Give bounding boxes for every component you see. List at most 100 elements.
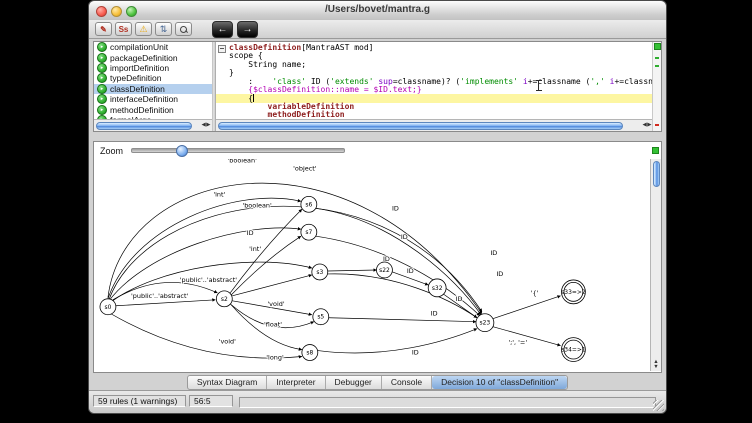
code-token: {$classDefinition::name = $ID.text;}	[248, 85, 421, 94]
rules-hscrollbar[interactable]: ◀▶	[94, 119, 212, 131]
rule-item-classDefinition[interactable]: ▸classDefinition	[94, 84, 212, 94]
svg-text:'boolean': 'boolean'	[242, 201, 272, 209]
pane-vscrollbar[interactable]: ▲▼	[650, 159, 661, 371]
grammar-health-indicator	[654, 43, 661, 50]
editor-lines[interactable]: classDefinition[MantraAST mod]scope { St…	[216, 44, 653, 120]
editor-button[interactable]: ✎	[95, 22, 112, 36]
scroll-arrows-icon[interactable]: ◀▶	[643, 122, 652, 128]
grammar-editor[interactable]: classDefinition[MantraAST mod]scope { St…	[216, 42, 653, 131]
error-stripe[interactable]	[652, 42, 661, 131]
zoom-slider-thumb[interactable]	[176, 145, 188, 157]
svg-text:'int': 'int'	[249, 245, 261, 253]
svg-text:ID: ID	[490, 249, 497, 257]
svg-text:'public'..'abstract': 'public'..'abstract'	[180, 276, 237, 284]
resize-grip-icon[interactable]	[653, 400, 664, 411]
caret-position: 56:5	[189, 395, 233, 407]
rule-item-importDefinition[interactable]: ▸importDefinition	[94, 63, 212, 73]
rule-item-packageDefinition[interactable]: ▸packageDefinition	[94, 52, 212, 62]
graph-edge	[231, 236, 301, 295]
graph-edge	[328, 274, 477, 318]
rule-label: compilationUnit	[110, 42, 168, 52]
tab-console[interactable]: Console	[382, 376, 432, 389]
svg-text:s22: s22	[379, 267, 390, 274]
rule-item-methodDefinition[interactable]: ▸methodDefinition	[94, 104, 212, 114]
svg-text:ID: ID	[456, 295, 463, 303]
tab-syntax-diagram[interactable]: Syntax Diagram	[188, 376, 267, 389]
bottom-tabs: Syntax DiagramInterpreterDebuggerConsole…	[187, 375, 568, 390]
rule-icon: ▸	[97, 53, 107, 63]
forward-button[interactable]: →	[237, 21, 258, 38]
diagram-canvas[interactable]: 'public'..'abstract' 'public'..'abstract'…	[95, 159, 651, 371]
magnifier-icon	[180, 26, 187, 33]
svg-text:'object': 'object'	[293, 165, 317, 173]
zoom-label: Zoom	[100, 146, 123, 156]
rule-label: methodDefinition	[110, 105, 174, 115]
code-token: methodDefinition	[268, 110, 345, 119]
rule-label: packageDefinition	[110, 53, 178, 63]
zoom-slider[interactable]	[131, 148, 345, 153]
svg-text:ID: ID	[431, 310, 438, 318]
case-button[interactable]: Ss	[115, 22, 132, 36]
warning-mark[interactable]	[655, 65, 660, 67]
svg-text:'long': 'long'	[266, 353, 284, 361]
rules-list[interactable]: ▸compilationUnit▸packageDefinition▸impor…	[94, 42, 212, 131]
svg-text:'void': 'void'	[219, 338, 236, 346]
svg-text:'{': '{'	[531, 289, 539, 297]
svg-text:ID: ID	[412, 349, 419, 357]
scroll-arrows-icon[interactable]: ◀▶	[202, 122, 211, 128]
pane-health-indicator	[652, 147, 659, 154]
error-mark[interactable]	[655, 124, 660, 126]
svg-text:'boolean': 'boolean'	[228, 159, 258, 165]
svg-text:s8: s8	[306, 350, 313, 357]
code-token	[229, 110, 268, 119]
tab-decision-10-of-classdefinition[interactable]: Decision 10 of "classDefinition"	[432, 376, 567, 389]
svg-text:s5: s5	[317, 314, 324, 321]
editor-line[interactable]: String name;	[216, 61, 653, 69]
tab-interpreter[interactable]: Interpreter	[267, 376, 325, 389]
bottom-tabbar: Syntax DiagramInterpreterDebuggerConsole…	[89, 375, 666, 389]
warning-icon: ⚠	[139, 25, 147, 34]
toolbar: ✎ Ss ⚠ ⇅ ← →	[89, 20, 666, 39]
code-token	[229, 85, 248, 94]
rules-summary: 59 rules (1 warnings)	[93, 395, 186, 407]
rule-label: classDefinition	[110, 84, 165, 94]
warnings-button[interactable]: ⚠	[135, 22, 152, 36]
svg-text:s32: s32	[432, 285, 443, 292]
svg-text:'public'..'abstract': 'public'..'abstract'	[131, 292, 188, 300]
svg-text:s2: s2	[221, 296, 228, 303]
warning-mark[interactable]	[655, 57, 660, 59]
find-button[interactable]	[175, 22, 192, 36]
svg-text:ID: ID	[247, 229, 254, 237]
back-button[interactable]: ←	[212, 21, 233, 38]
editor-hscrollbar[interactable]: ◀▶	[216, 119, 653, 131]
tab-debugger[interactable]: Debugger	[326, 376, 382, 389]
zoom-row: Zoom	[94, 142, 661, 159]
upper-split: ▸compilationUnit▸packageDefinition▸impor…	[93, 41, 662, 132]
rule-item-typeDefinition[interactable]: ▸typeDefinition	[94, 73, 212, 83]
sort-rules-button[interactable]: ⇅	[155, 22, 172, 36]
svg-text:s33=>2: s33=>2	[561, 289, 586, 296]
editor-line[interactable]: classDefinition[MantraAST mod]	[216, 44, 653, 52]
pane-vscroll-thumb[interactable]	[653, 161, 660, 187]
graph-edge	[232, 275, 312, 296]
rule-label: typeDefinition	[110, 73, 162, 83]
svg-text:ID: ID	[407, 267, 414, 275]
rules-hscroll-thumb[interactable]	[96, 122, 192, 130]
rule-item-interfaceDefinition[interactable]: ▸interfaceDefinition	[94, 94, 212, 104]
graph-edge	[318, 329, 477, 353]
rule-label: importDefinition	[110, 63, 169, 73]
code-token: String name;	[229, 60, 306, 69]
svg-text:ID: ID	[401, 233, 408, 241]
app-window: /Users/bovet/mantra.g ✎ Ss ⚠ ⇅ ← → ▸comp…	[88, 0, 667, 414]
editor-line[interactable]: {$classDefinition::name = $ID.text;}	[216, 86, 653, 94]
rule-icon: ▸	[97, 105, 107, 115]
window-title: /Users/bovet/mantra.g	[89, 4, 666, 15]
svg-text:s34=>1: s34=>1	[561, 347, 586, 354]
rule-item-compilationUnit[interactable]: ▸compilationUnit	[94, 42, 212, 52]
scroll-arrows-icon[interactable]: ▲▼	[652, 360, 660, 370]
rule-icon: ▸	[97, 73, 107, 83]
back-arrow-icon: ←	[218, 24, 228, 35]
editor-hscroll-thumb[interactable]	[218, 122, 623, 130]
case-icon: Ss	[119, 25, 129, 34]
title-bar[interactable]: /Users/bovet/mantra.g	[89, 1, 666, 21]
